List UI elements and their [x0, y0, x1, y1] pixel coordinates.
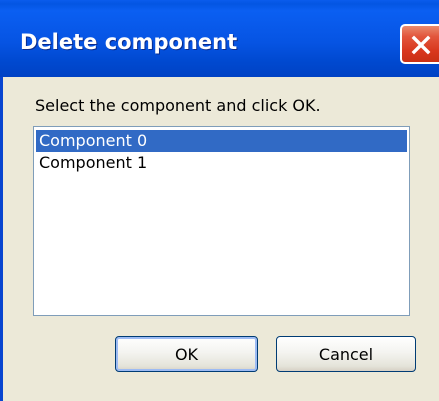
ok-button[interactable]: OK [115, 336, 258, 372]
delete-component-dialog: Delete component Select the component an… [0, 0, 439, 401]
window-frame-left [0, 77, 3, 401]
title-bar[interactable]: Delete component [0, 0, 439, 77]
component-listbox[interactable]: Component 0 Component 1 [33, 126, 410, 316]
close-button[interactable] [400, 24, 439, 64]
close-icon [411, 35, 431, 55]
list-item[interactable]: Component 1 [36, 152, 407, 174]
dialog-title: Delete component [20, 30, 238, 54]
instruction-text: Select the component and click OK. [35, 96, 321, 115]
cancel-button[interactable]: Cancel [276, 336, 416, 372]
list-item[interactable]: Component 0 [36, 130, 407, 152]
